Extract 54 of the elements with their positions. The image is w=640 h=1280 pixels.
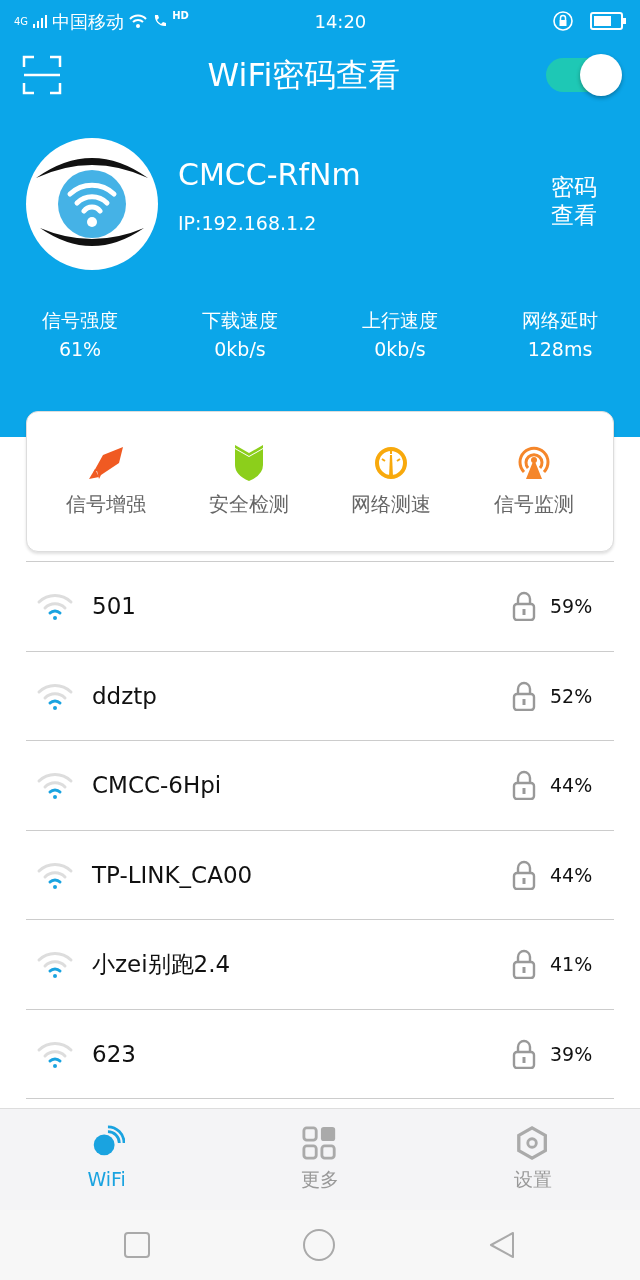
signal-percent: 59% (550, 594, 594, 619)
carrier-name: 中国移动 (52, 9, 125, 34)
tool-item[interactable]: 信号增强 (66, 444, 147, 519)
wifi-signal-icon (36, 950, 74, 979)
scan-icon[interactable] (22, 55, 62, 95)
network-name: ddztp (92, 681, 158, 711)
tool-item[interactable]: 安全检测 (208, 444, 289, 519)
gauge-icon (374, 444, 409, 481)
cell-signal-icon (32, 13, 49, 29)
phone-icon (152, 13, 169, 29)
network-row[interactable]: TP-LINK_CA00 44% (26, 830, 614, 920)
network-row[interactable]: 小zei别跑2.4 41% (26, 920, 614, 1010)
battery-icon (590, 12, 626, 30)
signal-percent: 41% (550, 952, 594, 977)
tool-item[interactable]: 网络测速 (351, 444, 432, 519)
rotation-lock-icon (552, 10, 574, 32)
stat-value: 0kb/s (374, 336, 426, 362)
stat-value: 128ms (527, 336, 593, 362)
wifi-signal-icon (36, 771, 74, 800)
wifi-signal-icon (36, 681, 74, 710)
tool-item[interactable]: 信号监测 (493, 444, 574, 519)
signal-percent: 44% (550, 773, 594, 798)
wifi-signal-icon (36, 1039, 74, 1068)
hd-label: HD (172, 8, 189, 23)
stat-label: 下载速度 (202, 308, 278, 333)
ip-address: IP:192.168.1.2 (178, 211, 318, 236)
network-type: 4G (14, 14, 29, 29)
stat-value: 61% (58, 336, 102, 362)
stat-value: 0kb/s (214, 336, 266, 362)
signal-percent: 44% (550, 862, 594, 888)
network-name: TP-LINK_CA00 (92, 860, 254, 890)
network-name: 501 (92, 592, 137, 621)
network-row[interactable]: ddztp 52% (26, 651, 614, 741)
network-row[interactable]: CMCC-6Hpi 44% (26, 741, 614, 831)
network-name: 623 (92, 1039, 137, 1069)
clock-time: 14:20 (313, 9, 368, 34)
network-row[interactable]: 623 39% (26, 1009, 614, 1099)
wifi-signal-icon (36, 592, 74, 621)
stat-label: 网络延时 (522, 308, 598, 333)
network-row[interactable]: 501 59% (26, 562, 614, 652)
stat-label: 信号强度 (42, 308, 118, 333)
signal-percent: 52% (550, 683, 594, 709)
wifi-signal-icon (36, 860, 74, 889)
wifi-icon (128, 13, 149, 29)
grid-icon (302, 1125, 338, 1162)
app-title: WiFi密码查看 (207, 55, 401, 96)
network-name: CMCC-6Hpi (92, 771, 223, 800)
network-name: 小zei别跑2.4 (92, 950, 232, 979)
network-name: CMCC-RfNm (178, 156, 362, 194)
antenna-icon (516, 444, 551, 481)
recents-button[interactable] (123, 1231, 152, 1259)
stat-label: 上行速度 (362, 308, 438, 333)
home-button[interactable] (302, 1228, 336, 1262)
signal-percent: 39% (550, 1041, 594, 1067)
